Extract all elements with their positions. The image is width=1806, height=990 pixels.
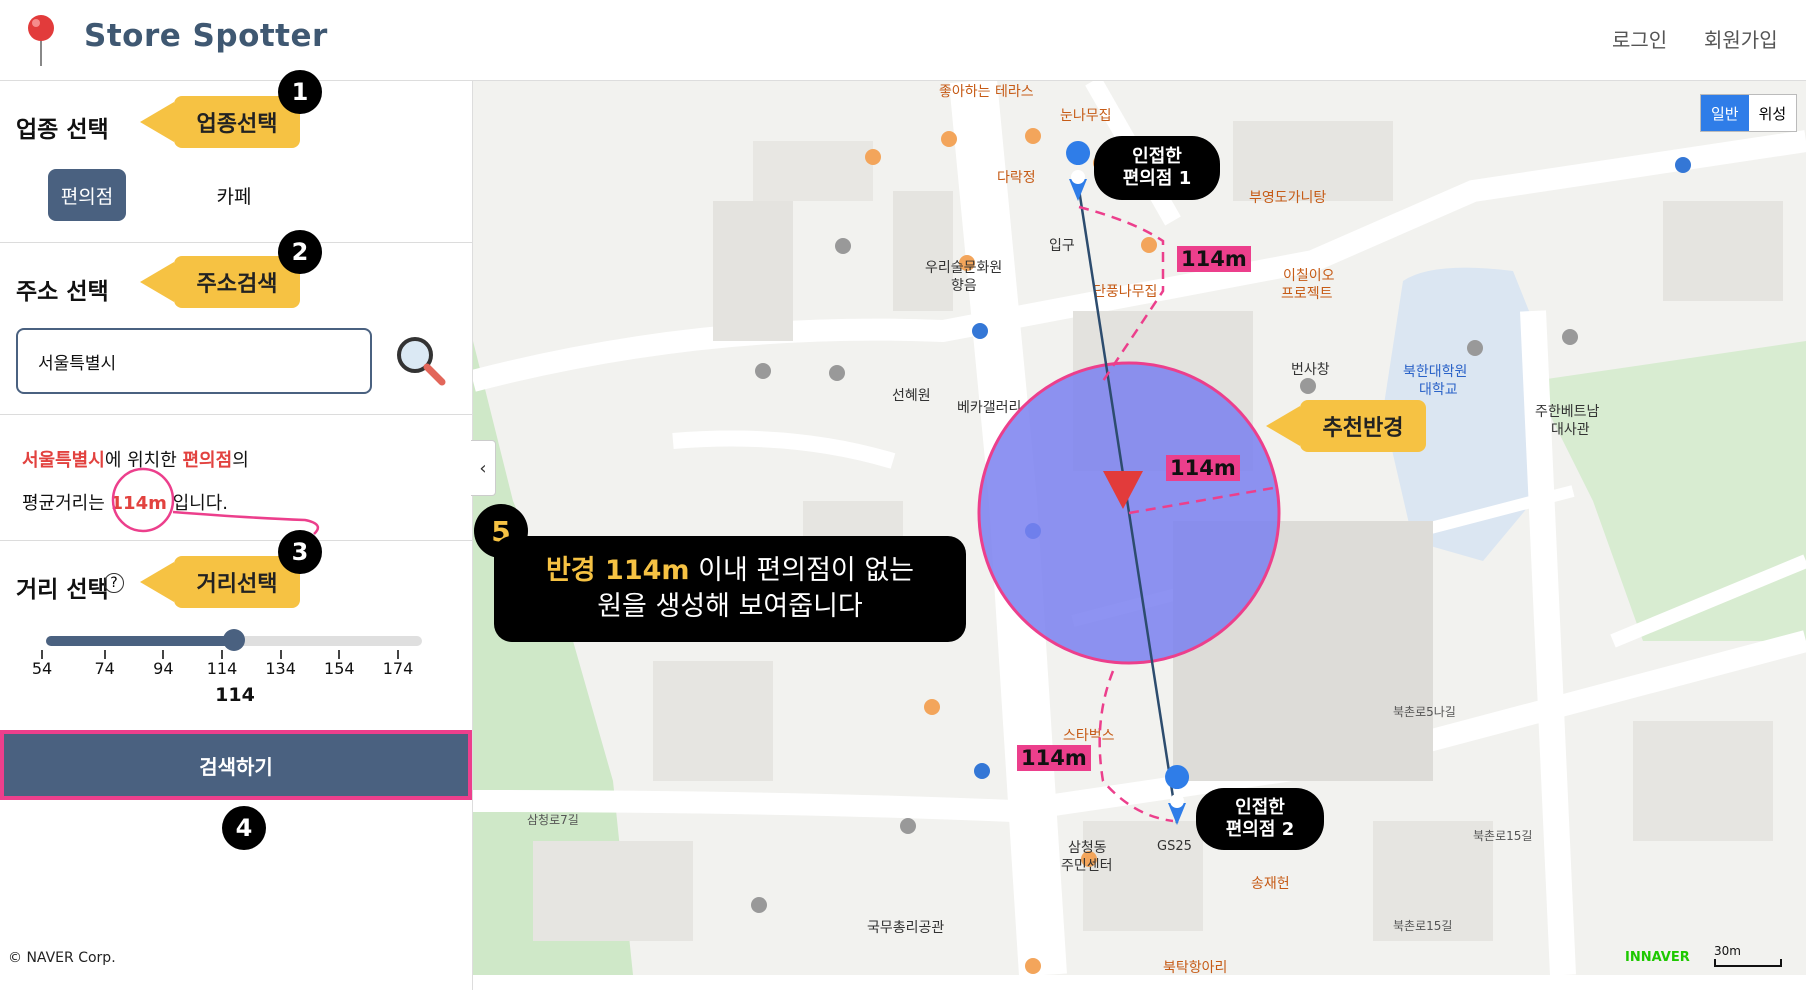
search-button[interactable]: 검색하기 (0, 730, 472, 800)
slider-tick (103, 650, 106, 659)
brand-title[interactable]: Store Spotter (84, 18, 328, 54)
divider (0, 242, 472, 243)
distance-label: 114m (1177, 246, 1251, 272)
map-pin-icon (28, 15, 54, 66)
map-type-satellite[interactable]: 위성 (1749, 95, 1797, 131)
callout-arrow-icon (140, 262, 174, 302)
slider-tick-label: 114 (206, 659, 238, 678)
distance-slider-thumb[interactable] (223, 629, 245, 651)
distance-slider-fill (46, 636, 234, 646)
slider-tick-label: 94 (153, 659, 174, 678)
avg-prefix: 평균거리는 (22, 493, 111, 514)
slider-tick (279, 650, 282, 659)
overlay-graphics (977, 141, 1281, 825)
store1-bubble: 인접한 편의점 1 (1094, 136, 1220, 200)
slider-tick (397, 650, 399, 659)
callout-arrow-icon (140, 562, 174, 602)
divider (0, 540, 472, 541)
copyright: © NAVER Corp. (8, 950, 116, 966)
map-scale: 30m (1714, 944, 1782, 967)
slider-value: 114 (215, 684, 255, 706)
slider-tick-label: 154 (324, 659, 355, 678)
search-icon[interactable] (394, 334, 446, 386)
map-type-toggle: 일반 위성 (1700, 94, 1798, 132)
step-badge-2: 2 (278, 230, 322, 274)
slider-tick-label: 54 (31, 659, 53, 678)
store2-bubble: 인접한 편의점 2 (1196, 788, 1324, 850)
address-title: 주소 선택 (16, 279, 109, 305)
signup-link[interactable]: 회원가입 (1704, 24, 1778, 53)
step-badge-1: 1 (278, 70, 322, 114)
map-canvas[interactable]: 좋아하는 테라스 눈나무집 다락정 입구 부영도가니탕 우리술문화원 향음 단풍… (473, 81, 1806, 975)
category-title: 업종 선택 (16, 117, 109, 143)
slider-tick (338, 650, 341, 659)
step-badge-4: 4 (222, 806, 266, 850)
address-input[interactable] (16, 328, 372, 394)
help-icon[interactable]: ? (104, 573, 124, 593)
result-city: 서울특별시 (22, 450, 105, 471)
collapse-sidebar-button[interactable]: ‹ (471, 440, 496, 496)
divider (0, 414, 472, 415)
slider-tick (162, 650, 165, 659)
slider-tick (41, 650, 43, 659)
callout-arrow-icon (140, 102, 174, 142)
info-banner: 반경 114m 이내 편의점이 없는 원을 생성해 보여줍니다 (494, 536, 966, 642)
login-link[interactable]: 로그인 (1612, 24, 1667, 53)
step-badge-3: 3 (278, 530, 322, 574)
map-type-normal[interactable]: 일반 (1701, 95, 1749, 131)
slider-tick (221, 650, 223, 659)
distance-label: 114m (1166, 455, 1240, 481)
radius-callout: 추천반경 (1300, 400, 1426, 452)
app-header: Store Spotter 로그인 회원가입 (0, 0, 1806, 81)
slider-tick-label: 74 (94, 659, 115, 678)
category-button-cafe[interactable]: 카페 (198, 169, 270, 221)
category-button-convenience[interactable]: 편의점 (48, 169, 126, 221)
callout-arrow-icon (1266, 406, 1300, 446)
slider-tick-label: 134 (265, 659, 296, 678)
distance-label: 114m (1017, 745, 1091, 771)
slider-tick-label: 174 (382, 659, 414, 678)
naver-logo: INNAVER (1625, 950, 1690, 965)
distance-title: 거리 선택 (16, 577, 109, 603)
